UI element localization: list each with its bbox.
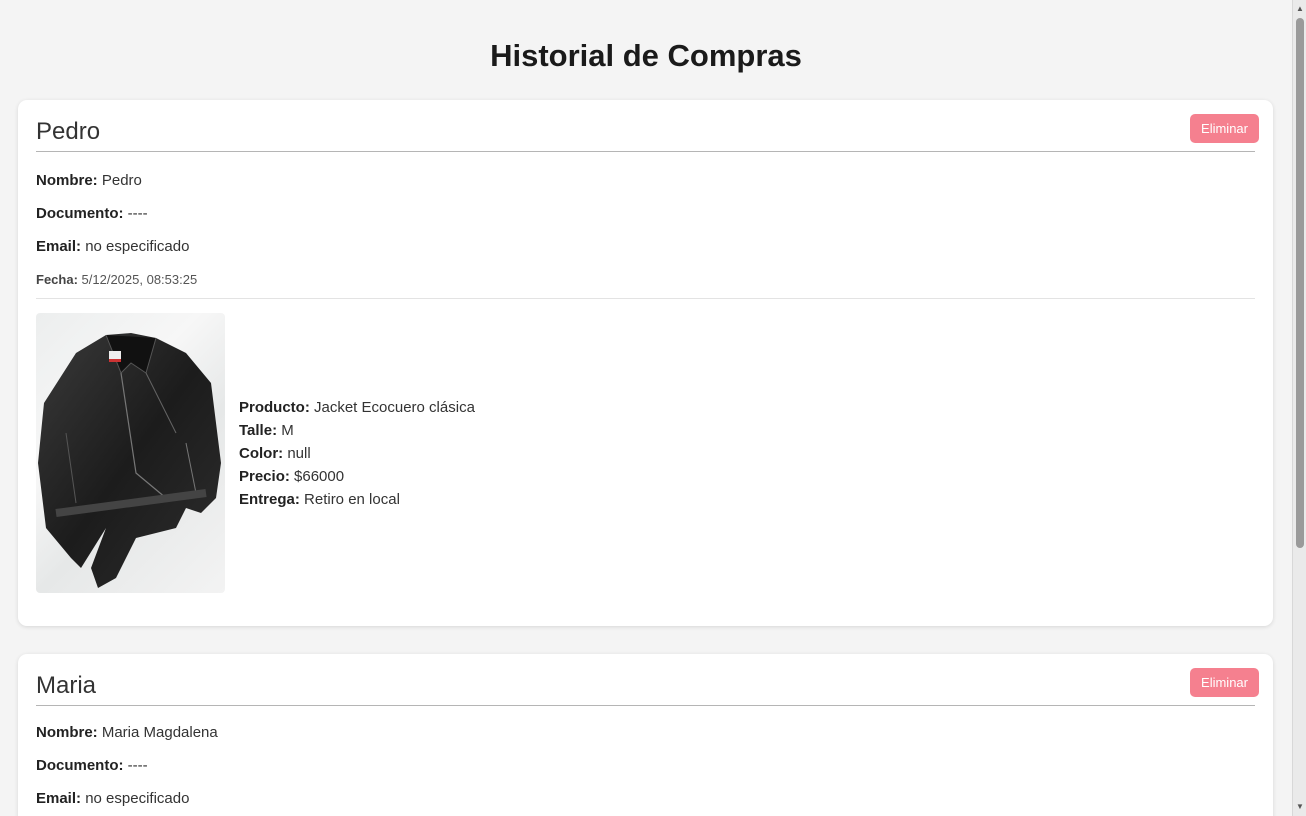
label-documento: Documento: xyxy=(36,205,124,222)
app-viewport: Historial de Compras Pedro Eliminar Nomb… xyxy=(0,0,1306,816)
value-precio: $66000 xyxy=(294,467,345,485)
value-color: null xyxy=(287,444,311,462)
detail-talle: Talle: M xyxy=(239,419,475,442)
label-documento: Documento: xyxy=(36,757,124,774)
label-talle: Talle: xyxy=(239,421,278,439)
value-fecha: 5/12/2025, 08:53:25 xyxy=(81,272,198,287)
card-header: Maria Eliminar xyxy=(36,654,1259,706)
value-email: no especificado xyxy=(85,238,190,255)
scroll-thumb[interactable] xyxy=(1296,18,1304,548)
label-entrega: Entrega: xyxy=(239,490,300,508)
value-nombre: Maria Magdalena xyxy=(101,724,218,741)
value-entrega: Retiro en local xyxy=(304,490,400,508)
label-email: Email: xyxy=(36,238,82,255)
value-documento: ---- xyxy=(127,205,148,222)
value-documento: ---- xyxy=(127,757,148,774)
value-nombre: Pedro xyxy=(101,172,142,189)
info-row-documento: Documento: ---- xyxy=(36,749,1255,782)
customer-info: Nombre: Pedro Documento: ---- Email: no … xyxy=(36,164,1255,296)
customer-name-heading: Pedro xyxy=(36,118,101,145)
product-details: Producto: Jacket Ecocuero clásica Talle:… xyxy=(239,396,475,511)
label-color: Color: xyxy=(239,444,284,462)
value-producto: Jacket Ecocuero clásica xyxy=(314,398,475,416)
leather-jacket-image xyxy=(36,313,225,593)
value-email: no especificado xyxy=(85,790,190,807)
label-producto: Producto: xyxy=(239,398,310,416)
label-nombre: Nombre: xyxy=(36,172,98,189)
product-item: Producto: Jacket Ecocuero clásica Talle:… xyxy=(36,313,1255,593)
info-row-fecha: Fecha: 5/12/2025, 08:53:25 xyxy=(36,263,1255,296)
info-row-email: Email: no especificado xyxy=(36,230,1255,263)
vertical-scrollbar[interactable]: ▲ ▼ xyxy=(1292,0,1306,816)
page-title: Historial de Compras xyxy=(490,38,802,73)
label-nombre: Nombre: xyxy=(36,724,98,741)
detail-entrega: Entrega: Retiro en local xyxy=(239,488,475,511)
customer-info: Nombre: Maria Magdalena Documento: ---- … xyxy=(36,716,1255,815)
label-fecha: Fecha: xyxy=(36,272,78,287)
page-content: Historial de Compras Pedro Eliminar Nomb… xyxy=(0,0,1292,816)
label-precio: Precio: xyxy=(239,467,290,485)
scroll-down-icon[interactable]: ▼ xyxy=(1295,802,1305,812)
purchase-card: Maria Eliminar Nombre: Maria Magdalena D… xyxy=(18,654,1273,816)
value-talle: M xyxy=(281,421,294,439)
scroll-up-icon[interactable]: ▲ xyxy=(1295,4,1305,14)
label-email: Email: xyxy=(36,790,82,807)
info-row-nombre: Nombre: Maria Magdalena xyxy=(36,716,1255,749)
info-row-documento: Documento: ---- xyxy=(36,197,1255,230)
customer-name-heading: Maria xyxy=(36,672,97,699)
delete-button[interactable]: Eliminar xyxy=(1190,668,1259,697)
info-row-nombre: Nombre: Pedro xyxy=(36,164,1255,197)
card-header: Pedro Eliminar xyxy=(36,100,1259,152)
delete-button[interactable]: Eliminar xyxy=(1190,114,1259,143)
divider xyxy=(36,298,1255,299)
detail-producto: Producto: Jacket Ecocuero clásica xyxy=(239,396,475,419)
detail-color: Color: null xyxy=(239,442,475,465)
jacket-icon xyxy=(38,333,221,588)
detail-precio: Precio: $66000 xyxy=(239,465,475,488)
info-row-email: Email: no especificado xyxy=(36,782,1255,815)
purchase-card: Pedro Eliminar Nombre: Pedro Documento: … xyxy=(18,100,1273,626)
